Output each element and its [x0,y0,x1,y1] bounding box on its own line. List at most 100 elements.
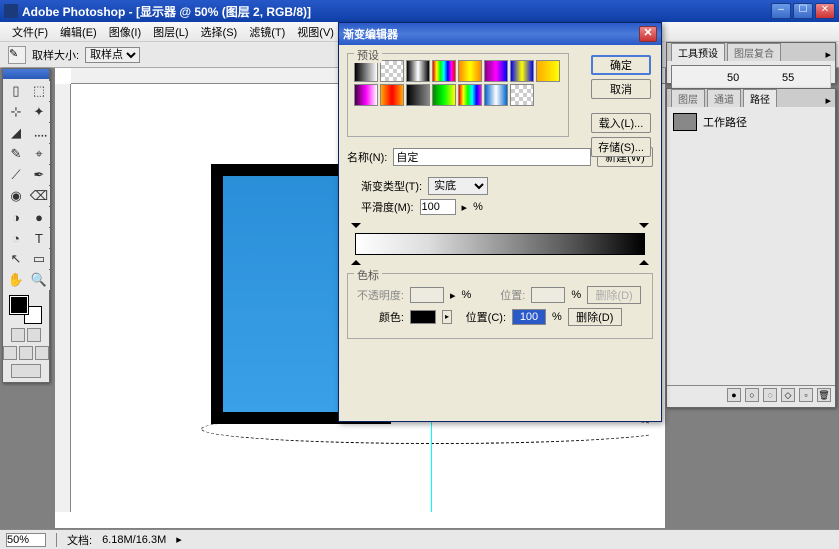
smoothness-label: 平滑度(M): [361,199,414,215]
status-menu-arrow[interactable]: ▸ [176,533,182,546]
gradient-preset-8[interactable] [354,84,378,106]
tool-2[interactable]: ⊹ [5,102,27,122]
selection-to-path-icon[interactable]: ◇ [781,388,795,402]
dialog-close-button[interactable]: ✕ [639,26,657,42]
gradient-preview-bar[interactable] [355,233,645,255]
tool-10[interactable]: ◉ [5,186,27,206]
tab-layers[interactable]: 图层 [671,89,705,107]
smoothness-input[interactable] [420,199,456,215]
jump-to-icon[interactable] [11,364,41,378]
tab-layer-comps[interactable]: 图层复合 [727,43,781,61]
fill-path-icon[interactable]: ● [727,388,741,402]
tool-18[interactable]: ✋ [5,270,27,290]
delete-color-button[interactable]: 删除(D) [568,308,622,326]
panel-menu-icon[interactable]: ▸ [821,48,835,61]
tool-19[interactable]: 🔍 [28,270,50,290]
tool-12[interactable]: ◑ [5,207,27,227]
gradient-type-select[interactable]: 实底 [428,177,488,195]
cancel-button[interactable]: 取消 [591,79,651,99]
tool-7[interactable]: ⌖ [28,144,50,164]
gradient-preset-5[interactable] [484,60,508,82]
gradient-preset-1[interactable] [380,60,404,82]
tool-15[interactable]: T [28,228,50,248]
menu-file[interactable]: 文件(F) [6,22,54,42]
gradient-preset-4[interactable] [458,60,482,82]
tool-6[interactable]: ✎ [5,144,27,164]
toolbox-header[interactable] [3,69,49,79]
color-label: 颜色: [356,309,404,325]
path-thumbnail [673,113,697,131]
tool-8[interactable]: ⟋ [5,165,27,185]
tool-11[interactable]: ⌫ [28,186,50,206]
tool-4[interactable]: ◢ [5,123,27,143]
tool-16[interactable]: ↖ [5,249,27,269]
screen-mode-1-icon[interactable] [3,346,17,360]
tool-14[interactable]: ◔ [5,228,27,248]
menu-edit[interactable]: 编辑(E) [54,22,103,42]
path-to-selection-icon[interactable]: ◌ [763,388,777,402]
sample-size-select[interactable]: 取样点 [85,47,140,63]
tool-presets-panel: 工具预设 图层复合 ▸ 50 55 [666,42,836,84]
screen-mode-2-icon[interactable] [19,346,33,360]
screen-mode-3-icon[interactable] [35,346,49,360]
color-stop-right[interactable] [639,255,649,265]
tool-5[interactable]: ᠁ [28,123,50,143]
gradient-preset-11[interactable] [432,84,456,106]
color-swatches[interactable] [10,296,42,324]
gradient-preset-0[interactable] [354,60,378,82]
standard-mode-icon[interactable] [11,328,25,342]
gradient-preset-7[interactable] [536,60,560,82]
tab-channels[interactable]: 通道 [707,89,741,107]
panel-menu-icon[interactable]: ▸ [821,94,835,107]
tool-9[interactable]: ✒ [28,165,50,185]
ok-button[interactable]: 确定 [591,55,651,75]
opacity-stop-right[interactable] [639,223,649,233]
name-input[interactable] [393,148,591,166]
load-button[interactable]: 载入(L)... [591,113,651,133]
color-chip-arrow-icon[interactable]: ▸ [442,310,452,324]
color-stop-left[interactable] [351,255,361,265]
menu-filter[interactable]: 滤镜(T) [243,22,291,42]
tool-3[interactable]: ✦ [28,102,50,122]
position2-label: 位置(C): [458,309,506,325]
gradient-preset-12[interactable] [458,84,482,106]
foreground-color[interactable] [10,296,28,314]
opacity-stop-left[interactable] [351,223,361,233]
tab-tool-presets[interactable]: 工具预设 [671,43,725,61]
tool-0[interactable]: ▯ [5,81,27,101]
close-button[interactable]: ✕ [815,3,835,19]
tab-paths[interactable]: 路径 [743,89,777,107]
zoom-input[interactable] [6,533,46,547]
delete-path-icon[interactable]: 🗑 [817,388,831,402]
path-item[interactable]: 工作路径 [671,111,831,133]
path-name: 工作路径 [703,114,747,130]
menu-view[interactable]: 视图(V) [291,22,340,42]
gradient-preset-10[interactable] [406,84,430,106]
menu-layer[interactable]: 图层(L) [147,22,194,42]
gradient-preset-6[interactable] [510,60,534,82]
stops-legend: 色标 [354,267,382,283]
new-path-icon[interactable]: ▫ [799,388,813,402]
menu-image[interactable]: 图像(I) [103,22,147,42]
gradient-preset-13[interactable] [484,84,508,106]
dialog-titlebar[interactable]: 渐变编辑器 ✕ [339,23,661,45]
quickmask-mode-icon[interactable] [27,328,41,342]
gradient-preset-2[interactable] [406,60,430,82]
tool-1[interactable]: ⬚ [28,81,50,101]
gradient-preset-14[interactable] [510,84,534,106]
gradient-preset-3[interactable] [432,60,456,82]
smoothness-arrow-icon[interactable]: ▸ [462,201,468,214]
position-label: 位置: [477,287,525,303]
stroke-path-icon[interactable]: ○ [745,388,759,402]
maximize-button[interactable]: ☐ [793,3,813,19]
tool-13[interactable]: ● [28,207,50,227]
tool-17[interactable]: ▭ [28,249,50,269]
gradient-preset-9[interactable] [380,84,404,106]
minimize-button[interactable]: – [771,3,791,19]
color-chip[interactable] [410,310,436,324]
save-button[interactable]: 存储(S)... [591,137,651,157]
menu-select[interactable]: 选择(S) [195,22,244,42]
position2-input[interactable] [512,309,546,325]
app-titlebar: Adobe Photoshop - [显示器 @ 50% (图层 2, RGB/… [0,0,839,22]
eyedropper-icon[interactable]: ✎ [8,46,26,64]
